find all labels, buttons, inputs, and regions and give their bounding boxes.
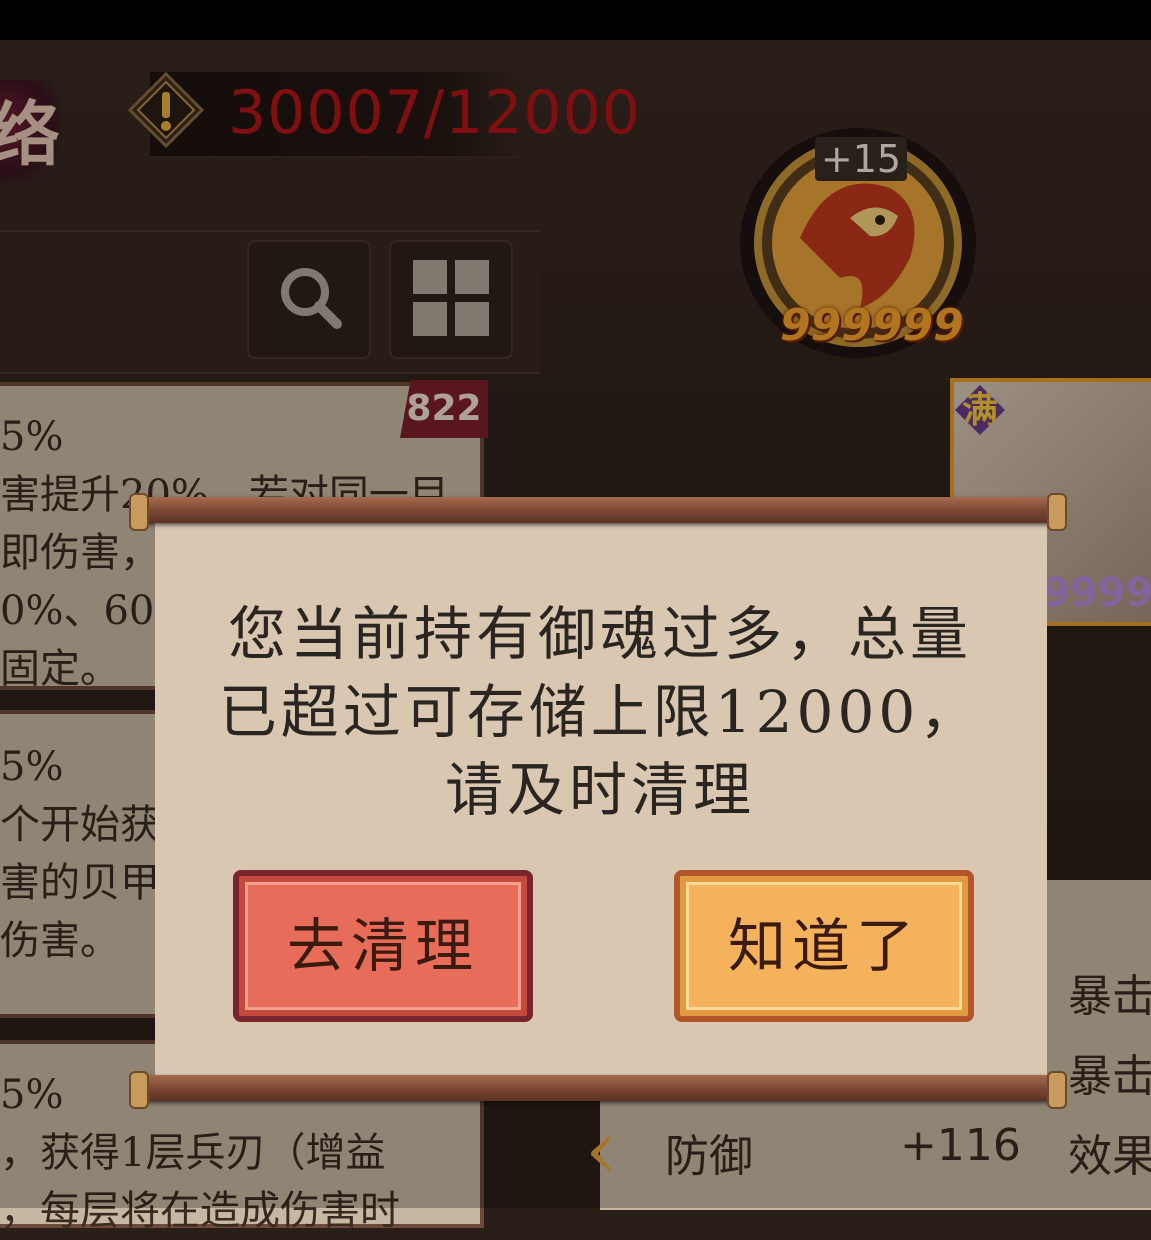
scroll-rod-bottom [129,1071,1067,1109]
scroll-rod-cap [1047,493,1067,531]
dialog-message-line: 您当前持有御魂过多，总量 [227,600,972,668]
scroll-rod-cap [129,493,149,531]
scroll-rod-top [129,493,1067,531]
dialog-message: 您当前持有御魂过多，总量 已超过可存储上限12000， 请及时清理 [160,595,1040,829]
acknowledge-button[interactable]: 知道了 [674,870,974,1022]
scroll-rod-cap [1047,1071,1067,1109]
scroll-rod-cap [129,1071,149,1109]
dialog-message-line: 已超过可存储上限12000， [218,678,982,746]
dialog-message-line: 请及时清理 [444,756,755,824]
go-clean-button[interactable]: 去清理 [233,870,533,1022]
top-black-bar [0,0,1151,40]
